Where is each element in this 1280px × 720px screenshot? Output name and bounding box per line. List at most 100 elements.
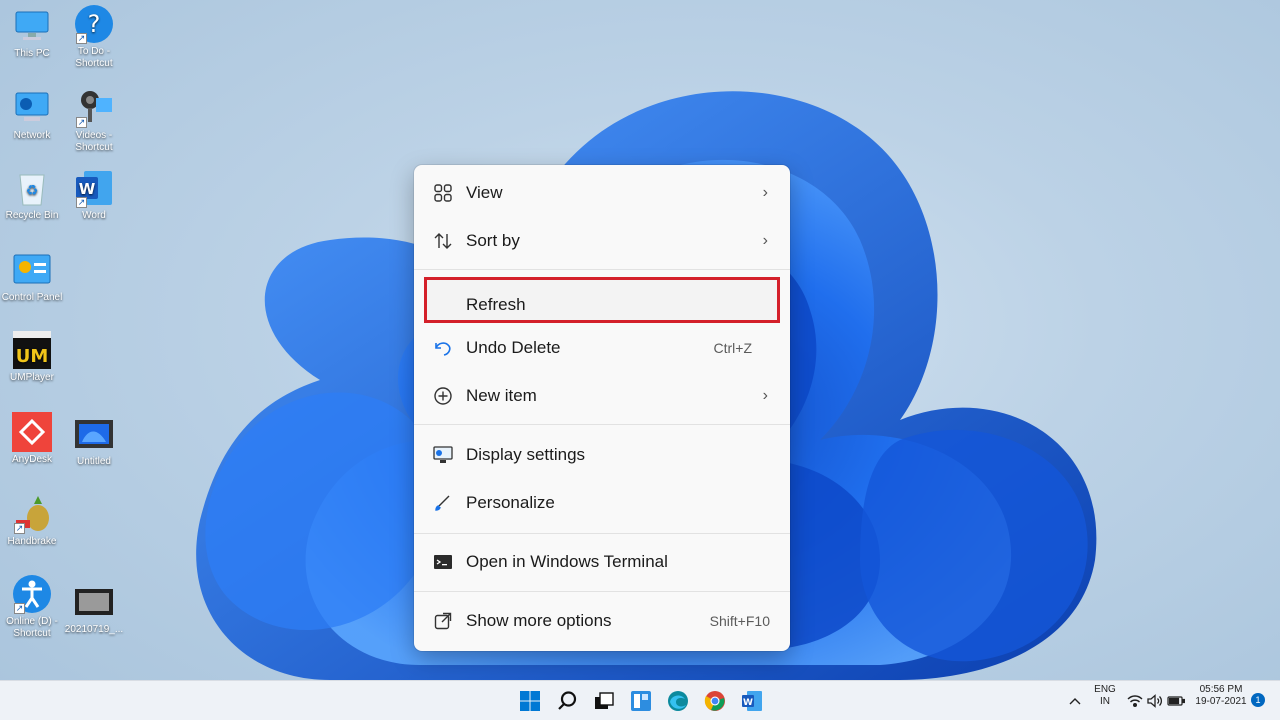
language-code: ENG xyxy=(1094,684,1116,695)
widgets-icon[interactable] xyxy=(629,689,653,713)
menu-item-label: Personalize xyxy=(466,493,555,512)
accessibility-icon: ↗ xyxy=(12,574,52,614)
clock-time: 05:56 PM xyxy=(1199,684,1243,695)
search-icon[interactable] xyxy=(555,689,579,713)
menu-item-refresh[interactable]: Refresh xyxy=(414,283,790,327)
brush-icon xyxy=(432,492,454,514)
chevron-right-icon: › xyxy=(762,387,768,404)
shortcut-arrow-icon: ↗ xyxy=(76,33,87,44)
chrome-icon[interactable] xyxy=(703,689,727,713)
desktop-icon-label: Word xyxy=(82,210,106,221)
umplayer-icon: UM xyxy=(12,330,52,370)
shortcut-arrow-icon: ↗ xyxy=(76,197,87,208)
menu-separator xyxy=(414,424,790,425)
webcam-icon: ↗ xyxy=(74,88,114,128)
desktop-icon-label: Handbrake xyxy=(7,536,57,547)
start-icon[interactable] xyxy=(518,689,542,713)
desktop-icon-label: Recycle Bin xyxy=(5,210,59,221)
desktop-icon-todo[interactable]: ? ↗ To Do - Shortcut xyxy=(62,4,126,70)
desktop-icon-this-pc[interactable]: This PC xyxy=(0,6,64,60)
taskbar: W ENG IN 05:56 PM 19-07-2021 1 xyxy=(0,680,1280,720)
handbrake-icon: ↗ xyxy=(12,494,52,534)
wifi-icon[interactable] xyxy=(1125,689,1145,713)
menu-item-display-settings[interactable]: Display settings xyxy=(414,433,790,477)
menu-item-shortcut: Ctrl+Z xyxy=(713,340,753,356)
shortcut-arrow-icon: ↗ xyxy=(76,117,87,128)
desktop-icon-videos[interactable]: ↗ Videos - Shortcut xyxy=(62,88,126,154)
desktop-icon-label: Online (D) - Shortcut xyxy=(6,616,58,639)
clock-date: 19-07-2021 xyxy=(1195,696,1247,707)
terminal-icon xyxy=(432,551,454,573)
menu-item-label: Display settings xyxy=(466,445,586,464)
clock[interactable]: 05:56 PM 19-07-2021 xyxy=(1192,684,1250,708)
sort-icon xyxy=(432,230,454,252)
notification-badge[interactable]: 1 xyxy=(1251,693,1265,707)
chevron-up-icon[interactable] xyxy=(1065,689,1085,713)
desktop-icon-untitled[interactable]: Untitled xyxy=(62,414,126,468)
menu-item-undo-delete[interactable]: Undo Delete Ctrl+Z xyxy=(414,326,790,370)
svg-text:♻: ♻ xyxy=(26,183,39,199)
desktop-icon-online-d[interactable]: ↗ Online (D) - Shortcut xyxy=(0,574,64,640)
svg-text:UM: UM xyxy=(16,346,49,367)
desktop-icon-label: UMPlayer xyxy=(10,372,54,383)
menu-separator xyxy=(414,269,790,270)
menu-item-personalize[interactable]: Personalize xyxy=(414,481,790,525)
desktop-icon-label: To Do - Shortcut xyxy=(75,46,113,69)
question-icon: ? ↗ xyxy=(74,4,114,44)
desktop-icon-label: This PC xyxy=(14,48,50,59)
video-file-icon xyxy=(74,414,114,454)
menu-separator xyxy=(414,533,790,534)
plus-circle-icon xyxy=(432,385,454,407)
menu-item-label: Open in Windows Terminal xyxy=(466,552,668,571)
language-indicator[interactable]: ENG IN xyxy=(1092,684,1118,708)
desktop-icon-network[interactable]: Network xyxy=(0,88,64,142)
menu-item-label: Show more options xyxy=(466,611,612,630)
anydesk-icon xyxy=(12,412,52,452)
desktop-icon-anydesk[interactable]: AnyDesk xyxy=(0,412,64,466)
svg-text:?: ? xyxy=(88,10,101,38)
external-icon xyxy=(432,610,454,632)
shortcut-arrow-icon: ↗ xyxy=(14,603,25,614)
svg-text:W: W xyxy=(743,698,753,708)
edge-icon[interactable] xyxy=(666,689,690,713)
desktop-icon-recycle-bin[interactable]: ♻ Recycle Bin xyxy=(0,168,64,222)
desktop-icon-image-file[interactable]: 20210719_... xyxy=(62,582,126,636)
control-panel-icon xyxy=(12,250,52,290)
chevron-right-icon: › xyxy=(762,232,768,249)
refresh-icon-placeholder xyxy=(432,294,454,316)
image-file-icon xyxy=(74,582,114,622)
shortcut-arrow-icon: ↗ xyxy=(14,523,25,534)
desktop-icon-label: Videos - Shortcut xyxy=(75,130,113,153)
desktop-icon-word[interactable]: W ↗ Word xyxy=(62,168,126,222)
notification-count: 1 xyxy=(1255,695,1261,705)
desktop-icon-label: Control Panel xyxy=(1,292,63,303)
menu-item-view[interactable]: View › xyxy=(414,171,790,215)
desktop-icon-handbrake[interactable]: ↗ Handbrake xyxy=(0,494,64,548)
monitor-icon xyxy=(12,6,52,46)
menu-item-label: View xyxy=(466,183,503,202)
desktop-icon-umplayer[interactable]: UM UMPlayer xyxy=(0,330,64,384)
grid-icon xyxy=(432,182,454,204)
menu-item-label: New item xyxy=(466,386,537,405)
menu-item-label: Undo Delete xyxy=(466,338,561,357)
menu-item-open-terminal[interactable]: Open in Windows Terminal xyxy=(414,540,790,584)
desktop-icon-label: AnyDesk xyxy=(11,454,52,465)
desktop-icon-control-panel[interactable]: Control Panel xyxy=(0,250,64,304)
task-view-icon[interactable] xyxy=(592,689,616,713)
menu-item-new-item[interactable]: New item › xyxy=(414,374,790,418)
menu-item-show-more-options[interactable]: Show more options Shift+F10 xyxy=(414,599,790,643)
desktop-icon-label: 20210719_... xyxy=(64,624,124,635)
menu-item-sort-by[interactable]: Sort by › xyxy=(414,219,790,263)
menu-separator xyxy=(414,591,790,592)
volume-icon[interactable] xyxy=(1145,689,1165,713)
undo-icon xyxy=(432,337,454,359)
desktop-icon-label: Untitled xyxy=(77,456,111,467)
menu-item-label: Sort by xyxy=(466,231,520,250)
battery-icon[interactable] xyxy=(1166,689,1186,713)
desktop-icon-label: Network xyxy=(13,130,51,141)
chevron-right-icon: › xyxy=(762,184,768,201)
menu-item-label: Refresh xyxy=(466,295,526,314)
recycle-bin-icon: ♻ xyxy=(12,168,52,208)
word-icon[interactable]: W xyxy=(740,689,764,713)
svg-text:W: W xyxy=(79,180,96,198)
